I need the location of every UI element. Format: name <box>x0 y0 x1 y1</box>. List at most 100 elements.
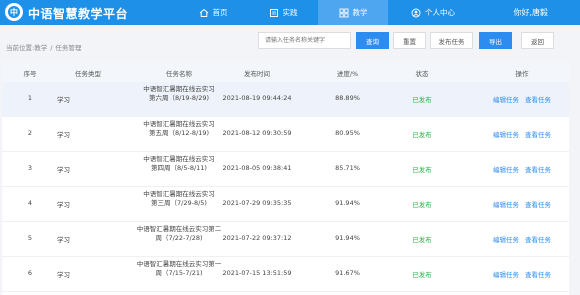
table-header: 序号 任务类型 任务名称 发布时间 进度/% 状态 操作 <box>2 61 569 82</box>
cell-task-name: 中语智汇暑期在线云实习 第六周（8/19-8/29) <box>134 85 224 103</box>
app-title: 中语智慧教学平台 <box>28 7 129 21</box>
table-row[interactable]: 2 学习 中语智汇暑期在线云实习 第五周（8/12-8/19) 2021-08-1… <box>2 117 569 152</box>
user-icon <box>411 8 421 18</box>
cell-progress: 91.94% <box>335 234 360 242</box>
cell-actions: 编辑任务 查看任务 <box>477 199 567 209</box>
cell-progress: 85.71% <box>335 164 360 172</box>
task-name-line1: 中语智汇暑期在线云实习 <box>143 120 215 128</box>
nav-item-home[interactable]: 首页 <box>178 0 248 25</box>
cell-no: 2 <box>27 129 33 137</box>
view-task-link[interactable]: 查看任务 <box>525 269 551 279</box>
cell-no: 3 <box>27 164 33 172</box>
edit-task-link[interactable]: 编辑任务 <box>493 129 519 139</box>
nav-label-practice: 实践 <box>282 8 298 17</box>
header-publish-time: 发布时间 <box>244 70 270 78</box>
header-task-type: 任务类型 <box>75 70 101 78</box>
task-name-line1: 中语智汇暑期在线云实习 <box>143 190 215 198</box>
top-navigation-bar: 中 中语智慧教学平台 首页 实践 教学 个人中心 你好,唐毅 <box>0 0 580 25</box>
cell-actions: 编辑任务 查看任务 <box>477 164 567 174</box>
cell-publish-time: 2021-08-19 09:44:24 <box>222 94 292 102</box>
header-progress: 进度/% <box>336 70 359 78</box>
view-task-link[interactable]: 查看任务 <box>525 199 551 209</box>
edit-task-link[interactable]: 编辑任务 <box>493 199 519 209</box>
cell-publish-time: 2021-08-12 09:30:59 <box>222 129 292 137</box>
task-name-line1: 中语智汇暑期在线云实习第一 <box>136 260 222 268</box>
search-input[interactable] <box>258 32 351 49</box>
table-row[interactable]: 4 学习 中语智汇暑期在线云实习 第三周（7/29-8/5) 2021-07-29… <box>2 187 569 222</box>
cell-publish-time: 2021-07-29 09:35:35 <box>222 199 292 207</box>
table-row[interactable]: 6 学习 中语智汇暑期在线云实习第一 周（7/15-7/21) 2021-07-1… <box>2 257 569 292</box>
cell-progress: 88.89% <box>335 94 360 102</box>
nav-item-teaching[interactable]: 教学 <box>318 0 388 25</box>
query-button[interactable]: 查询 <box>356 32 389 49</box>
edit-task-link[interactable]: 编辑任务 <box>493 234 519 244</box>
task-name-line2: 第六周（8/19-8/29) <box>148 94 210 102</box>
status-badge: 已发布 <box>412 96 432 104</box>
edit-task-link[interactable]: 编辑任务 <box>493 164 519 174</box>
table-row[interactable]: 5 学习 中语智汇暑期在线云实习第二 周（7/22-7/28) 2021-07-2… <box>2 222 569 257</box>
cell-task-type: 学习 <box>57 271 70 279</box>
cell-task-type: 学习 <box>57 236 70 244</box>
cell-no: 6 <box>27 269 33 277</box>
cell-task-name: 中语智汇暑期在线云实习第一 周（7/15-7/21) <box>134 260 224 278</box>
publish-task-button[interactable]: 发布任务 <box>430 32 473 49</box>
cell-progress: 91.67% <box>335 269 360 277</box>
cell-task-name: 中语智汇暑期在线云实习 第五周（8/12-8/19) <box>134 120 224 138</box>
task-name-line1: 中语智汇暑期在线云实习 <box>143 85 215 93</box>
cell-actions: 编辑任务 查看任务 <box>477 269 567 279</box>
cell-actions: 编辑任务 查看任务 <box>477 129 567 139</box>
view-task-link[interactable]: 查看任务 <box>525 94 551 104</box>
cell-progress: 80.95% <box>335 129 360 137</box>
user-greeting[interactable]: 你好,唐毅 <box>513 7 548 18</box>
edit-task-link[interactable]: 编辑任务 <box>493 94 519 104</box>
reset-button[interactable]: 重置 <box>393 32 426 49</box>
nav-item-personal-center[interactable]: 个人中心 <box>388 0 478 25</box>
cell-task-name: 中语智汇暑期在线云实习第二 周（7/22-7/28) <box>134 225 224 243</box>
breadcrumb-separator: / <box>50 44 53 52</box>
breadcrumb-item-task-management: 任务管理 <box>55 44 82 52</box>
grid-icon <box>339 8 349 18</box>
status-badge: 已发布 <box>412 201 432 209</box>
cell-task-type: 学习 <box>57 201 70 209</box>
view-task-link[interactable]: 查看任务 <box>525 234 551 244</box>
status-badge: 已发布 <box>412 271 432 279</box>
breadcrumb-prefix: 当前位置: <box>6 44 35 52</box>
cell-task-type: 学习 <box>57 166 70 174</box>
task-table: 序号 任务类型 任务名称 发布时间 进度/% 状态 操作 1 学习 中语智汇暑期… <box>2 61 569 295</box>
nav-label-teaching: 教学 <box>352 8 368 17</box>
cell-task-name: 中语智汇暑期在线云实习 第三周（7/29-8/5) <box>134 190 224 208</box>
cell-task-type: 学习 <box>57 96 70 104</box>
header-no: 序号 <box>23 70 37 78</box>
edit-task-link[interactable]: 编辑任务 <box>493 269 519 279</box>
view-task-link[interactable]: 查看任务 <box>525 129 551 139</box>
task-name-line2: 第五周（8/12-8/19) <box>148 129 210 137</box>
task-name-line2: 第四周（8/5-8/11) <box>151 164 207 172</box>
cell-publish-time: 2021-07-15 13:51:59 <box>222 269 292 277</box>
logo-char: 中 <box>8 6 20 18</box>
table-row[interactable]: 1 学习 中语智汇暑期在线云实习 第六周（8/19-8/29) 2021-08-1… <box>2 82 569 117</box>
table-row[interactable]: 3 学习 中语智汇暑期在线云实习 第四周（8/5-8/11) 2021-08-05… <box>2 152 569 187</box>
logo-icon: 中 <box>5 3 23 21</box>
nav-label-personal-center: 个人中心 <box>425 8 455 17</box>
status-badge: 已发布 <box>412 236 432 244</box>
task-name-line2: 周（7/22-7/28) <box>155 234 203 242</box>
nav-item-practice[interactable]: 实践 <box>248 0 318 25</box>
cell-no: 5 <box>27 234 33 242</box>
cell-publish-time: 2021-08-05 09:38:41 <box>222 164 292 172</box>
main-nav: 首页 实践 教学 个人中心 <box>178 0 478 25</box>
back-button[interactable]: 返回 <box>521 32 554 49</box>
cell-actions: 编辑任务 查看任务 <box>477 94 567 104</box>
status-badge: 已发布 <box>412 131 432 139</box>
view-task-link[interactable]: 查看任务 <box>525 164 551 174</box>
export-button[interactable]: 导出 <box>479 32 512 49</box>
cell-publish-time: 2021-07-22 09:37:12 <box>222 234 292 242</box>
header-task-name: 任务名称 <box>166 70 192 78</box>
task-name-line1: 中语智汇暑期在线云实习第二 <box>136 225 222 233</box>
breadcrumb-item-teaching[interactable]: 教学 <box>34 44 47 52</box>
cell-actions: 编辑任务 查看任务 <box>477 234 567 244</box>
cell-no: 4 <box>27 199 33 207</box>
cell-task-name: 中语智汇暑期在线云实习 第四周（8/5-8/11) <box>134 155 224 173</box>
cell-progress: 91.94% <box>335 199 360 207</box>
cell-task-type: 学习 <box>57 131 70 139</box>
task-name-line2: 周（7/15-7/21) <box>155 269 203 277</box>
